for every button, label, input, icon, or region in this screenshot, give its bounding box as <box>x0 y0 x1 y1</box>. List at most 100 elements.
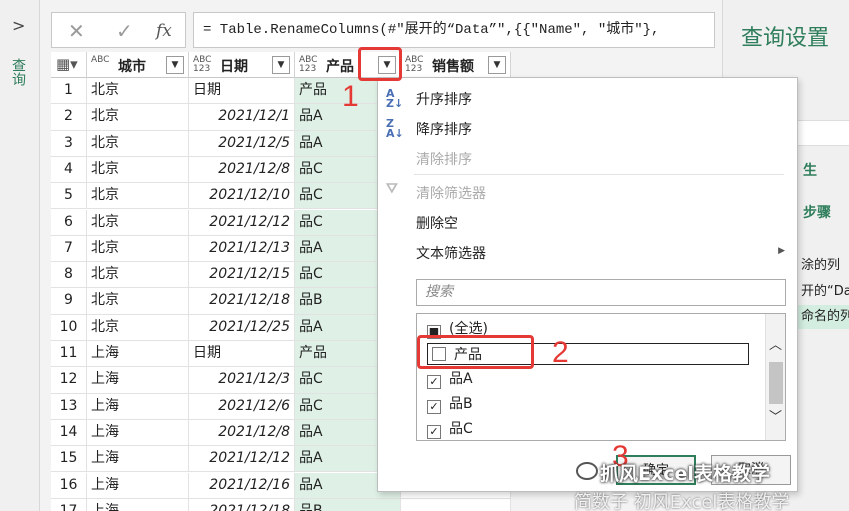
cell-city[interactable]: 上海 <box>87 446 189 473</box>
annotation-box-dropdown <box>358 47 402 81</box>
cell-date[interactable]: 2021/12/10 <box>189 183 295 210</box>
row-number[interactable]: 7 <box>51 235 87 263</box>
row-number[interactable]: 13 <box>51 393 87 420</box>
cell-city[interactable]: 北京 <box>87 104 189 131</box>
row-number[interactable]: 2 <box>51 104 87 131</box>
cell-city[interactable]: 北京 <box>87 314 189 341</box>
row-number[interactable]: 11 <box>51 341 87 368</box>
row-number[interactable]: 9 <box>51 288 87 315</box>
row-number[interactable]: 16 <box>51 472 87 499</box>
column-header-city[interactable]: ABC 城市 ▼ <box>87 52 189 78</box>
filter-list-scrollbar[interactable]: ︿ ﹀ <box>765 314 785 440</box>
formula-input[interactable]: = Table.RenameColumns(#"展开的“Data”",{{"Na… <box>193 12 715 48</box>
cell-date[interactable]: 2021/12/25 <box>189 314 295 341</box>
cancel-formula-icon[interactable]: ✕ <box>68 19 85 43</box>
row-number[interactable]: 5 <box>51 183 87 210</box>
cell-date[interactable]: 2021/12/8 <box>189 419 295 447</box>
checkbox-checked-icon[interactable]: ✓ <box>427 425 441 439</box>
cell-city[interactable]: 上海 <box>87 341 189 368</box>
any-type-icon[interactable]: ABC 123 <box>193 56 215 74</box>
filter-item-product-a[interactable]: ✓ 品A <box>427 368 473 390</box>
remove-empty-item[interactable]: 删除空 <box>416 213 458 233</box>
applied-steps-title: 步骤 <box>803 205 831 221</box>
cell-date[interactable]: 2021/12/13 <box>189 235 295 263</box>
column-header-sales[interactable]: ABC 123 销售额 ▼ <box>401 52 511 78</box>
cell-city[interactable]: 北京 <box>87 183 189 210</box>
applied-step[interactable]: 开的“Dat <box>795 280 849 304</box>
cell-city[interactable]: 北京 <box>87 235 189 263</box>
watermark-text-secondary: 简数子 初风Excel表格教学 <box>574 492 790 511</box>
cell-city[interactable]: 北京 <box>87 130 189 157</box>
filter-dropdown-menu: A Z↓ 升序排序 Z A↓ 降序排序 清除排序 ⛛ 清除筛选器 删除空 文本筛选器… <box>377 77 798 492</box>
watermark-logo-icon <box>576 462 598 480</box>
filter-search-input[interactable]: 搜索 <box>416 279 786 306</box>
applied-step[interactable]: 涂的列 <box>795 254 849 278</box>
cell-date[interactable]: 2021/12/15 <box>189 262 295 289</box>
filter-dropdown-button[interactable]: ▼ <box>272 56 290 74</box>
cell-city[interactable]: 上海 <box>87 472 189 499</box>
cell-date[interactable]: 日期 <box>189 341 295 368</box>
filter-item-product-b[interactable]: ✓ 品B <box>427 393 473 415</box>
cell-date[interactable]: 2021/12/5 <box>189 130 295 157</box>
row-number[interactable]: 12 <box>51 367 87 394</box>
cell-date[interactable]: 2021/12/12 <box>189 446 295 473</box>
column-header-date[interactable]: ABC 123 日期 ▼ <box>189 52 295 78</box>
checkbox-checked-icon[interactable]: ✓ <box>427 375 441 389</box>
submenu-arrow-icon: ▶ <box>778 246 785 256</box>
row-number[interactable]: 8 <box>51 262 87 289</box>
sort-ascending-item[interactable]: 升序排序 <box>416 89 472 109</box>
table-menu-icon[interactable]: ▦▾ <box>51 52 87 78</box>
cell-date[interactable]: 2021/12/18 <box>189 288 295 315</box>
row-number[interactable]: 1 <box>51 78 87 105</box>
cell-date[interactable]: 日期 <box>189 78 295 105</box>
cell-date[interactable]: 2021/12/6 <box>189 393 295 420</box>
cell-date[interactable]: 2021/12/18 <box>189 498 295 511</box>
confirm-formula-icon[interactable]: ✓ <box>116 19 133 43</box>
column-name: 城市 <box>118 59 146 75</box>
queries-pane-label[interactable]: 查询 <box>8 58 28 86</box>
cell-city[interactable]: 北京 <box>87 209 189 236</box>
cell-date[interactable]: 2021/12/16 <box>189 472 295 499</box>
checkbox-checked-icon[interactable]: ✓ <box>427 400 441 414</box>
queries-pane: > 查询 <box>0 0 40 511</box>
applied-step-selected[interactable]: 命名的列 <box>795 305 849 329</box>
cell-city[interactable]: 上海 <box>87 419 189 447</box>
annotation-number: 2 <box>552 336 569 369</box>
query-settings-title: 查询设置 <box>741 26 830 51</box>
text-type-icon[interactable]: ABC <box>91 56 113 65</box>
row-number[interactable]: 10 <box>51 314 87 341</box>
scroll-thumb[interactable] <box>769 362 783 404</box>
cell-date[interactable]: 2021/12/3 <box>189 367 295 394</box>
cell-city[interactable]: 上海 <box>87 498 189 511</box>
cell-date[interactable]: 2021/12/1 <box>189 104 295 131</box>
clear-filter-icon: ⛛ <box>386 181 398 197</box>
scroll-up-icon[interactable]: ︿ <box>769 334 782 353</box>
text-filters-item[interactable]: 文本筛选器 <box>416 243 486 263</box>
row-number[interactable]: 14 <box>51 419 87 447</box>
cell-product[interactable]: 品B <box>295 498 401 511</box>
scroll-down-icon[interactable]: ﹀ <box>769 406 782 425</box>
any-type-icon[interactable]: ABC 123 <box>405 56 427 74</box>
cell-city[interactable]: 北京 <box>87 156 189 184</box>
cell-city[interactable]: 上海 <box>87 393 189 420</box>
row-number[interactable]: 6 <box>51 209 87 236</box>
filter-dropdown-button[interactable]: ▼ <box>166 56 184 74</box>
cell-city[interactable]: 北京 <box>87 262 189 289</box>
sort-descending-item[interactable]: 降序排序 <box>416 119 472 139</box>
row-number[interactable]: 17 <box>51 498 87 511</box>
row-number[interactable]: 3 <box>51 130 87 157</box>
cell-city[interactable]: 上海 <box>87 367 189 394</box>
filter-value-list: ■ (全选) 产品 ✓ 品A ✓ 品B ✓ 品C ︿ ﹀ <box>416 313 786 441</box>
cell-city[interactable]: 北京 <box>87 78 189 105</box>
cell-date[interactable]: 2021/12/12 <box>189 209 295 236</box>
row-number[interactable]: 4 <box>51 156 87 184</box>
insert-function-icon[interactable]: fx <box>156 21 172 41</box>
row-number[interactable]: 15 <box>51 446 87 473</box>
cell-date[interactable]: 2021/12/8 <box>189 156 295 184</box>
expand-chevron-icon[interactable]: > <box>12 16 25 35</box>
cell-sales[interactable] <box>401 498 511 511</box>
cell-city[interactable]: 北京 <box>87 288 189 315</box>
filter-dropdown-button[interactable]: ▼ <box>488 56 506 74</box>
filter-item-product-c[interactable]: ✓ 品C <box>427 418 473 440</box>
any-type-icon[interactable]: ABC 123 <box>299 56 321 74</box>
